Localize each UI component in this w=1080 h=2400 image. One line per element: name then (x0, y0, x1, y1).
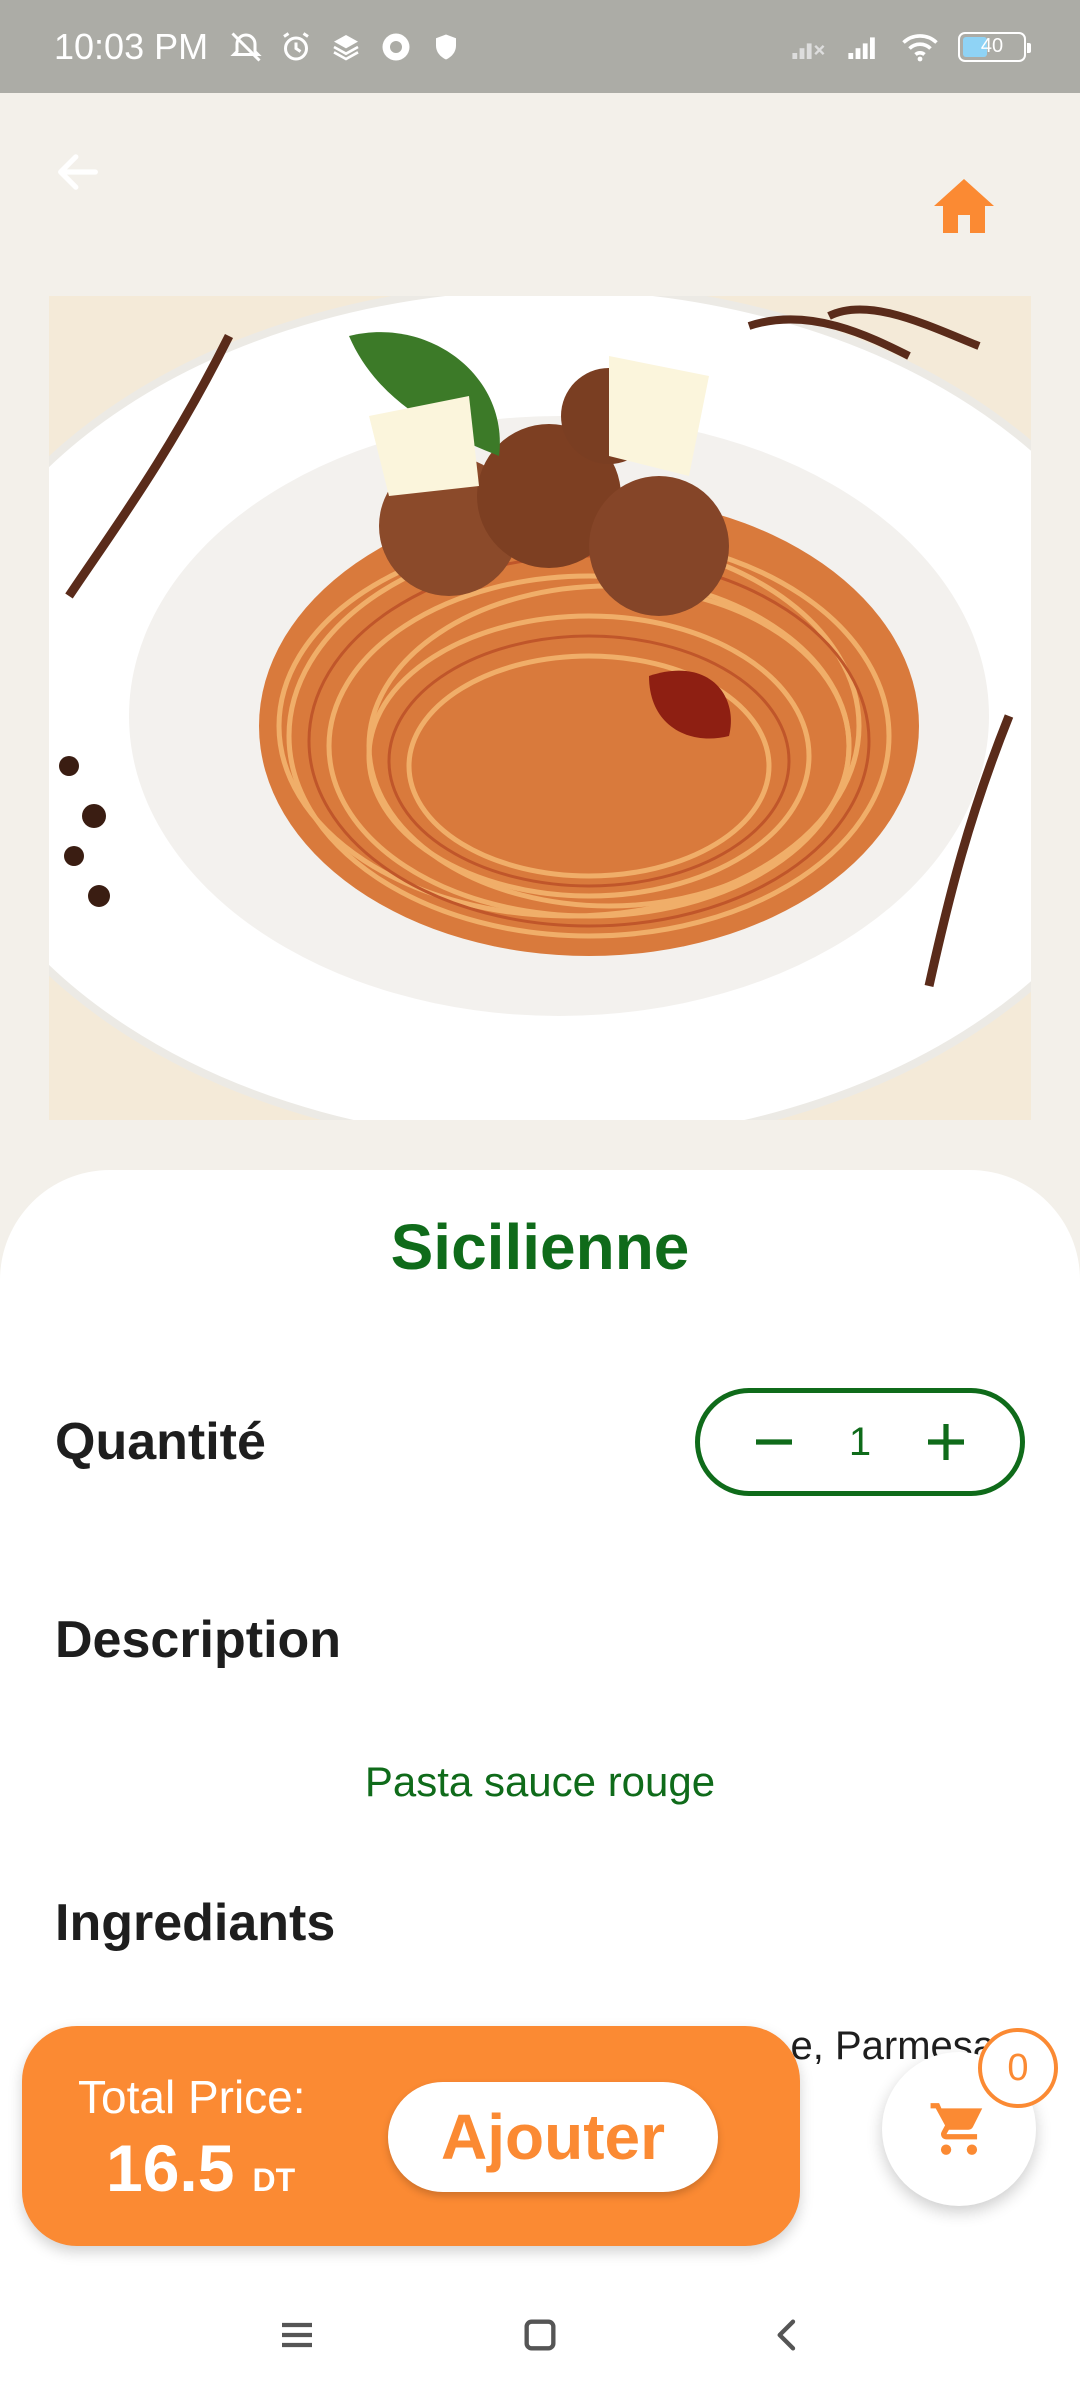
price-amount: 16.5 (106, 2131, 235, 2205)
home-icon (934, 179, 994, 233)
product-image (49, 296, 1031, 1120)
nav-back-button[interactable] (753, 2300, 823, 2370)
back-chevron-icon (777, 2319, 796, 2351)
system-nav-bar (0, 2270, 1080, 2400)
product-title: Sicilienne (390, 1211, 690, 1283)
total-price: 16.5 DT (106, 2130, 295, 2206)
cart-count-badge: 0 (978, 2028, 1058, 2108)
do-not-disturb-icon (228, 29, 264, 65)
status-time: 10:03 PM (54, 25, 209, 67)
quantity-label: Quantité (55, 1413, 266, 1471)
battery-level: 40 (980, 35, 1004, 57)
home-button[interactable] (924, 166, 1004, 246)
signal-icon (846, 29, 882, 65)
description-text: Pasta sauce rouge (364, 1758, 716, 1805)
description-heading: Description (55, 1611, 342, 1669)
signal-off-icon (790, 29, 826, 65)
battery-tip (1027, 42, 1031, 53)
menu-icon (282, 2322, 312, 2348)
plus-icon (928, 1424, 964, 1460)
cart-icon (930, 2103, 983, 2155)
minus-icon (756, 1439, 792, 1445)
add-to-cart-button[interactable]: Ajouter (388, 2082, 718, 2192)
wifi-icon (902, 29, 938, 65)
status-left: 10:03 PM (54, 26, 464, 68)
price-currency: DT (252, 2162, 296, 2198)
status-right: 40 (790, 29, 1031, 65)
arrow-left-icon (58, 154, 98, 190)
increase-button[interactable] (916, 1412, 976, 1472)
nav-menu-button[interactable] (262, 2300, 332, 2370)
total-price-label: Total Price: (78, 2071, 306, 2123)
decrease-button[interactable] (744, 1412, 804, 1472)
layers-icon (328, 29, 364, 65)
ingredients-heading: Ingrediants (55, 1894, 336, 1952)
battery-icon: 40 (958, 31, 1031, 62)
home-square-icon (524, 2319, 556, 2351)
nav-home-button[interactable] (505, 2300, 575, 2370)
order-bar: Total Price: 16.5 DT Ajouter (22, 2026, 800, 2246)
shield-icon (428, 29, 464, 65)
spaghetti-illustration (49, 296, 1031, 1120)
back-button[interactable] (44, 138, 112, 206)
quantity-stepper: 1 (695, 1388, 1025, 1496)
browser-icon (378, 29, 414, 65)
status-bar: 10:03 PM 40 (0, 0, 1080, 93)
alarm-icon (278, 29, 314, 65)
quantity-value: 1 (848, 1419, 872, 1464)
